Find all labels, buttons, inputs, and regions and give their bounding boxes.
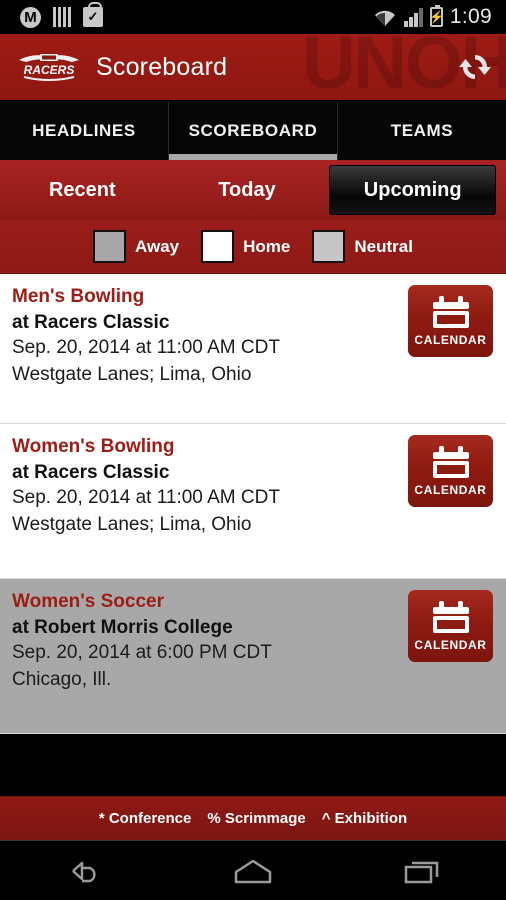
- site-legend: Away Home Neutral: [0, 220, 506, 274]
- list-item[interactable]: Women's Bowling at Racers Classic Sep. 2…: [0, 424, 506, 579]
- event-list[interactable]: Men's Bowling at Racers Classic Sep. 20,…: [0, 274, 506, 734]
- tab-scoreboard[interactable]: SCOREBOARD: [168, 102, 337, 160]
- list-item[interactable]: Women's Soccer at Robert Morris College …: [0, 579, 506, 734]
- event-location: Westgate Lanes; Lima, Ohio: [12, 363, 252, 385]
- add-to-calendar-button[interactable]: CALENDAR: [408, 435, 493, 507]
- add-to-calendar-button[interactable]: CALENDAR: [408, 590, 493, 662]
- calendar-icon: [432, 296, 469, 328]
- android-nav-bar: [0, 840, 506, 900]
- legend-label-home: Home: [243, 236, 291, 256]
- status-bar-left-icons: M ✓: [8, 2, 103, 28]
- status-bar-clock: 1:09: [449, 5, 492, 28]
- filter-today[interactable]: Today: [165, 165, 330, 215]
- racers-logo: RACERS: [16, 47, 82, 87]
- calendar-button-label: CALENDAR: [414, 638, 487, 652]
- status-bar-right-icons: ⚡ 1:09: [373, 5, 498, 29]
- event-location: Westgate Lanes; Lima, Ohio: [12, 513, 252, 535]
- tab-teams[interactable]: TEAMS: [337, 102, 506, 160]
- app-root: M ✓ ⚡ 1:09 UNOH RACERS Scoreboard HEADLI…: [0, 0, 506, 900]
- calendar-button-label: CALENDAR: [414, 333, 487, 347]
- main-tab-bar: HEADLINES SCOREBOARD TEAMS: [0, 102, 506, 160]
- key-scrimmage: % Scrimmage: [207, 810, 306, 827]
- add-to-calendar-button[interactable]: CALENDAR: [408, 285, 493, 357]
- key-exhibition: ^ Exhibition: [321, 810, 408, 827]
- back-icon[interactable]: [44, 848, 124, 894]
- signal-icon: [404, 7, 423, 27]
- key-conference: * Conference: [98, 810, 192, 827]
- page-title: Scoreboard: [96, 52, 228, 81]
- home-icon[interactable]: [213, 848, 293, 894]
- legend-swatch-home: [201, 230, 235, 263]
- status-bar: M ✓ ⚡ 1:09: [0, 0, 506, 34]
- battery-charging-icon: ⚡: [429, 5, 444, 27]
- refresh-icon[interactable]: [456, 48, 494, 86]
- filter-upcoming[interactable]: Upcoming: [329, 165, 497, 215]
- legend-item-away: Away: [93, 230, 179, 263]
- legend-item-neutral: Neutral: [312, 230, 413, 263]
- calendar-icon: [432, 446, 469, 478]
- list-item[interactable]: Men's Bowling at Racers Classic Sep. 20,…: [0, 274, 506, 424]
- legend-swatch-neutral: [312, 230, 346, 263]
- calendar-button-label: CALENDAR: [414, 483, 487, 497]
- tab-headlines[interactable]: HEADLINES: [0, 102, 168, 160]
- legend-item-home: Home: [201, 230, 290, 263]
- svg-text:RACERS: RACERS: [24, 63, 75, 77]
- motorola-icon: M: [20, 6, 41, 28]
- legend-key-footer: * Conference % Scrimmage ^ Exhibition: [0, 796, 506, 840]
- play-store-bag-icon: ✓: [83, 2, 103, 27]
- legend-swatch-away: [93, 230, 127, 263]
- filter-recent[interactable]: Recent: [0, 165, 165, 215]
- calendar-icon: [432, 601, 469, 633]
- wifi-icon: [373, 8, 397, 27]
- event-location: Chicago, Ill.: [12, 668, 112, 690]
- legend-label-away: Away: [135, 236, 180, 256]
- timeframe-filter-group: Recent Today Upcoming: [0, 160, 506, 220]
- legend-label-neutral: Neutral: [354, 236, 413, 256]
- bars-icon: [53, 7, 71, 27]
- recents-icon[interactable]: [382, 848, 462, 894]
- app-header: UNOH RACERS Scoreboard: [0, 34, 506, 102]
